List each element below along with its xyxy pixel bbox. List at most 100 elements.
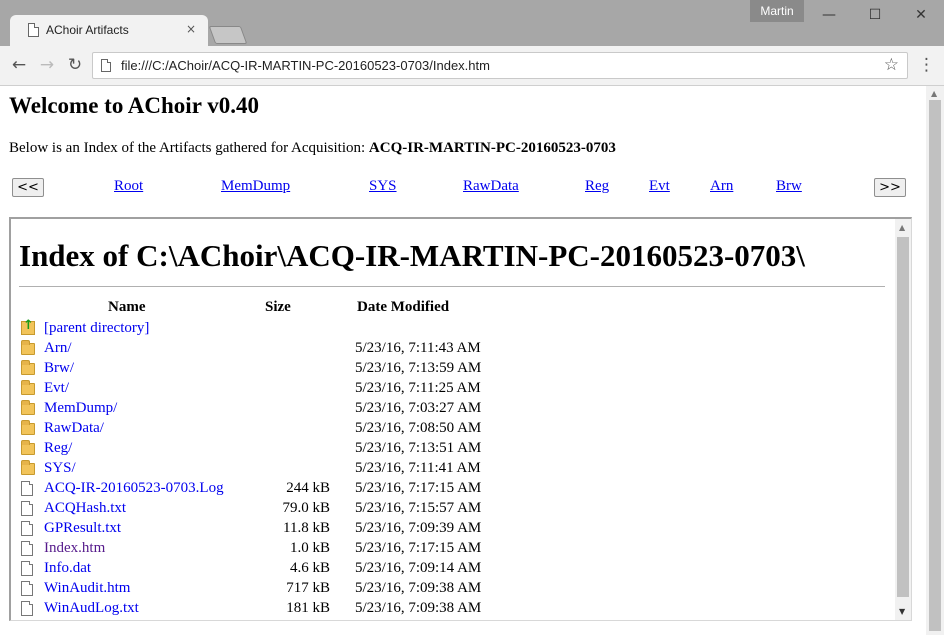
url-input[interactable] xyxy=(121,56,861,75)
nav-link-arn[interactable]: Arn xyxy=(710,178,733,195)
nav-link-rawdata[interactable]: RawData xyxy=(463,178,519,195)
file-row: WinAudit.htm 717 kB 5/23/16, 7:09:38 AM xyxy=(19,579,879,599)
file-link[interactable]: MemDump/ xyxy=(44,400,117,417)
maximize-button[interactable]: ☐ xyxy=(852,0,898,30)
next-button[interactable]: >> xyxy=(874,178,906,197)
nav-link-sys[interactable]: SYS xyxy=(369,178,397,195)
back-button[interactable]: ← xyxy=(8,54,30,76)
file-size: 181 kB xyxy=(286,600,330,616)
page-info-icon[interactable] xyxy=(101,59,111,72)
nav-link-brw[interactable]: Brw xyxy=(776,178,802,195)
title-bar: AChoir Artifacts × Martin — ☐ ✕ xyxy=(0,0,944,46)
file-icon xyxy=(21,481,33,496)
file-size: 11.8 kB xyxy=(283,520,330,536)
page-scroll-thumb[interactable] xyxy=(929,100,941,631)
column-header-date[interactable]: Date Modified xyxy=(357,299,449,316)
file-link[interactable]: RawData/ xyxy=(44,420,104,437)
nav-link-evt[interactable]: Evt xyxy=(649,178,670,195)
browser-menu-icon[interactable]: ⋮ xyxy=(918,54,935,76)
index-frame: Index of C:\AChoir\ACQ-IR-MARTIN-PC-2016… xyxy=(9,217,912,621)
scroll-down-icon[interactable]: ▼ xyxy=(899,607,905,616)
parent-directory-row: [parent directory] xyxy=(19,318,879,339)
file-link[interactable]: SYS/ xyxy=(44,460,76,477)
file-date: 5/23/16, 7:11:41 AM xyxy=(355,460,481,476)
file-link[interactable]: WinAudit.htm xyxy=(44,580,130,597)
file-date: 5/23/16, 7:08:50 AM xyxy=(355,420,482,436)
nav-link-reg[interactable]: Reg xyxy=(585,178,609,195)
file-size: 244 kB xyxy=(286,480,330,496)
file-date: 5/23/16, 7:09:39 AM xyxy=(355,520,482,536)
page-icon xyxy=(28,23,39,37)
frame-scrollbar[interactable]: ▲ ▼ xyxy=(895,219,911,620)
folder-icon xyxy=(21,340,35,355)
file-row: SYS/5/23/16, 7:11:41 AM xyxy=(19,459,879,479)
new-tab-button[interactable] xyxy=(208,26,248,44)
page-scroll-up-icon[interactable]: ▲ xyxy=(931,89,937,98)
browser-toolbar: ← → ↻ ☆ ⋮ xyxy=(0,46,944,86)
browser-tab[interactable]: AChoir Artifacts × xyxy=(10,15,208,46)
file-row: WinAudLog.txt 181 kB 5/23/16, 7:09:38 AM xyxy=(19,599,879,619)
scroll-up-icon[interactable]: ▲ xyxy=(899,223,905,232)
file-row: ACQ-IR-20160523-0703.Log 244 kB 5/23/16, 7… xyxy=(19,479,879,499)
file-row: Evt/5/23/16, 7:11:25 AM xyxy=(19,379,879,399)
file-row: RawData/5/23/16, 7:08:50 AM xyxy=(19,419,879,439)
file-link[interactable]: Index.htm xyxy=(44,540,105,557)
file-link[interactable]: Info.dat xyxy=(44,560,91,577)
folder-icon xyxy=(21,360,35,375)
file-link[interactable]: Evt/ xyxy=(44,380,69,397)
file-size: 79.0 kB xyxy=(282,500,330,516)
file-size: 4.6 kB xyxy=(289,560,330,576)
folder-icon xyxy=(21,420,35,435)
frame-scroll-thumb[interactable] xyxy=(897,237,909,597)
folder-icon xyxy=(21,460,35,475)
file-link[interactable]: Arn/ xyxy=(44,340,72,357)
column-header-size[interactable]: Size xyxy=(265,299,291,316)
file-row: ACQHash.txt 79.0 kB 5/23/16, 7:15:57 AM xyxy=(19,499,879,519)
file-date: 5/23/16, 7:15:57 AM xyxy=(355,500,482,516)
file-icon xyxy=(21,541,33,556)
divider xyxy=(19,286,885,287)
page-scrollbar[interactable]: ▲ xyxy=(926,86,944,635)
nav-link-memdump[interactable]: MemDump xyxy=(221,178,290,195)
address-bar[interactable]: ☆ xyxy=(92,52,908,79)
minimize-button[interactable]: — xyxy=(806,0,852,30)
page-title: Welcome to AChoir v0.40 xyxy=(9,93,259,118)
folder-icon xyxy=(21,440,35,455)
file-link[interactable]: ACQ-IR-20160523-0703.Log xyxy=(44,480,224,497)
file-icon xyxy=(21,521,33,536)
file-link[interactable]: WinAudLog.txt xyxy=(44,600,139,617)
file-row: GPResult.txt 11.8 kB 5/23/16, 7:09:39 AM xyxy=(19,519,879,539)
reload-button[interactable]: ↻ xyxy=(64,54,86,76)
close-window-button[interactable]: ✕ xyxy=(898,0,944,30)
parent-directory-link[interactable]: [parent directory] xyxy=(44,320,149,337)
artifact-nav: << Root MemDump SYS RawData Reg Evt Arn … xyxy=(0,176,926,200)
file-row: Index.htm 1.0 kB 5/23/16, 7:17:15 AM xyxy=(19,539,879,559)
file-date: 5/23/16, 7:11:43 AM xyxy=(355,340,481,356)
bookmark-star-icon[interactable]: ☆ xyxy=(884,55,899,75)
file-date: 5/23/16, 7:13:59 AM xyxy=(355,360,482,376)
forward-button[interactable]: → xyxy=(36,54,58,76)
file-row: Arn/5/23/16, 7:11:43 AM xyxy=(19,339,879,359)
tab-title: AChoir Artifacts xyxy=(46,23,129,37)
file-link[interactable]: Reg/ xyxy=(44,440,72,457)
acquisition-name: ACQ-IR-MARTIN-PC-20160523-0703 xyxy=(368,140,616,156)
nav-link-root[interactable]: Root xyxy=(114,178,143,195)
file-link[interactable]: GPResult.txt xyxy=(44,520,121,537)
file-date: 5/23/16, 7:09:38 AM xyxy=(355,600,482,616)
tab-close-icon[interactable]: × xyxy=(186,22,196,36)
prev-button[interactable]: << xyxy=(12,178,44,197)
folder-icon xyxy=(21,380,35,395)
file-date: 5/23/16, 7:09:38 AM xyxy=(355,580,482,596)
file-link[interactable]: Brw/ xyxy=(44,360,74,377)
file-row: Brw/5/23/16, 7:13:59 AM xyxy=(19,359,879,379)
intro-label: Below is an Index of the Artifacts gathe… xyxy=(9,140,369,156)
file-icon xyxy=(21,501,33,516)
file-size: 1.0 kB xyxy=(289,540,330,556)
column-header-name[interactable]: Name xyxy=(108,299,146,316)
profile-button[interactable]: Martin xyxy=(750,0,804,22)
file-link[interactable]: ACQHash.txt xyxy=(44,500,126,517)
file-icon xyxy=(21,581,33,596)
file-date: 5/23/16, 7:09:14 AM xyxy=(355,560,482,576)
file-row: Reg/5/23/16, 7:13:51 AM xyxy=(19,439,879,459)
page-content: Welcome to AChoir v0.40 Below is an Inde… xyxy=(0,86,926,635)
